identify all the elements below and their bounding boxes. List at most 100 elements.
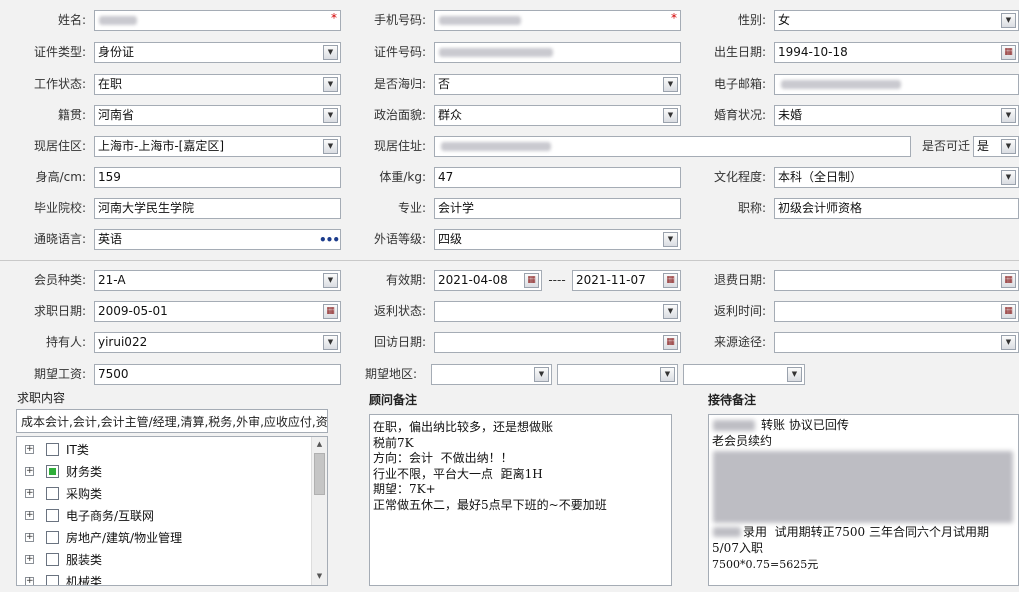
redacted-text	[713, 420, 755, 431]
job-category-tree[interactable]: + IT类 + 财务类 + 采购类 + 电子商务/互联网 + 房地产/建筑/物业…	[16, 436, 328, 586]
plus-icon[interactable]: +	[25, 445, 34, 454]
chevron-down-icon[interactable]: ▼	[323, 45, 338, 60]
id-type-select[interactable]: 身份证 ▼	[94, 42, 341, 63]
current-area-select[interactable]: 上海市-上海市-[嘉定区] ▼	[94, 136, 341, 157]
tree-item[interactable]: + 电子商务/互联网	[17, 505, 307, 527]
tree-item[interactable]: + IT类	[17, 439, 307, 461]
calendar-icon[interactable]: ▦	[1001, 45, 1016, 60]
language-input[interactable]: 英语 •••	[94, 229, 341, 250]
expected-salary-input[interactable]: 7500	[94, 364, 341, 385]
chevron-down-icon[interactable]: ▼	[663, 304, 678, 319]
marital-select[interactable]: 未婚 ▼	[774, 105, 1019, 126]
job-content-summary[interactable]: 成本会计,会计,会计主管/经理,清算,税务,外审,应收应付,资	[16, 409, 328, 433]
checkbox[interactable]	[46, 465, 59, 478]
relocate-select[interactable]: 是 ▼	[973, 136, 1019, 157]
source-select[interactable]: ▼	[774, 332, 1019, 353]
reception-note-textarea[interactable]: 转账 协议已回传 老会员续约 录用 试用期转正7500 三年合同六个月试用期 5…	[708, 414, 1019, 586]
calendar-icon[interactable]: ▦	[663, 335, 678, 350]
birth-date-input[interactable]: 1994-10-18 ▦	[774, 42, 1019, 63]
mobile-label: 手机号码:	[373, 13, 426, 27]
advisor-note-line: 税前7K	[373, 435, 414, 450]
member-type-select[interactable]: 21-A ▼	[94, 270, 341, 291]
checkbox[interactable]	[46, 443, 59, 456]
education-select[interactable]: 本科（全日制） ▼	[774, 167, 1019, 188]
foreign-level-select[interactable]: 四级 ▼	[434, 229, 681, 250]
chevron-down-icon[interactable]: ▼	[323, 273, 338, 288]
checkbox[interactable]	[46, 575, 59, 585]
plus-icon[interactable]: +	[25, 511, 34, 520]
gender-select[interactable]: 女 ▼	[774, 10, 1019, 31]
native-place-select[interactable]: 河南省 ▼	[94, 105, 341, 126]
tree-item[interactable]: + 房地产/建筑/物业管理	[17, 527, 307, 549]
education-label: 文化程度:	[713, 170, 766, 184]
name-input[interactable]: *	[94, 10, 341, 31]
scroll-up-icon[interactable]: ▲	[312, 437, 327, 451]
chevron-down-icon[interactable]: ▼	[323, 108, 338, 123]
chevron-down-icon[interactable]: ▼	[1001, 139, 1016, 154]
chevron-down-icon[interactable]: ▼	[1001, 108, 1016, 123]
work-status-select[interactable]: 在职 ▼	[94, 74, 341, 95]
mobile-input[interactable]: *	[434, 10, 681, 31]
major-input[interactable]: 会计学	[434, 198, 681, 219]
valid-to-input[interactable]: 2021-11-07 ▦	[572, 270, 681, 291]
chevron-down-icon[interactable]: ▼	[1001, 335, 1016, 350]
tree-scrollbar[interactable]: ▲ ▼	[311, 437, 327, 585]
checkbox[interactable]	[46, 531, 59, 544]
checkbox[interactable]	[46, 553, 59, 566]
valid-from-input[interactable]: 2021-04-08 ▦	[434, 270, 542, 291]
political-select[interactable]: 群众 ▼	[434, 105, 681, 126]
refund-date-input[interactable]: ▦	[774, 270, 1019, 291]
chevron-down-icon[interactable]: ▼	[660, 367, 675, 382]
job-seek-date-input[interactable]: 2009-05-01 ▦	[94, 301, 341, 322]
checkbox[interactable]	[46, 509, 59, 522]
chevron-down-icon[interactable]: ▼	[534, 367, 549, 382]
calendar-icon[interactable]: ▦	[663, 273, 678, 288]
chevron-down-icon[interactable]: ▼	[663, 232, 678, 247]
chevron-down-icon[interactable]: ▼	[1001, 13, 1016, 28]
rebate-status-select[interactable]: ▼	[434, 301, 681, 322]
height-input[interactable]: 159	[94, 167, 341, 188]
expected-area-city-select[interactable]: ▼	[557, 364, 678, 385]
current-address-input[interactable]	[434, 136, 911, 157]
plus-icon[interactable]: +	[25, 489, 34, 498]
job-content-summary-text: 成本会计,会计,会计主管/经理,清算,税务,外审,应收应付,资	[21, 415, 328, 429]
revisit-date-input[interactable]: ▦	[434, 332, 681, 353]
scroll-down-icon[interactable]: ▼	[312, 569, 327, 583]
advisor-note-textarea[interactable]: 在职，偏出纳比较多，还是想做账 税前7K 方向：会计 不做出纳！！ 行业不限，平…	[369, 414, 672, 586]
school-input[interactable]: 河南大学民生学院	[94, 198, 341, 219]
tree-item[interactable]: + 财务类	[17, 461, 307, 483]
chevron-down-icon[interactable]: ▼	[663, 108, 678, 123]
title-input[interactable]: 初级会计师资格	[774, 198, 1019, 219]
plus-icon[interactable]: +	[25, 467, 34, 476]
rebate-time-input[interactable]: ▦	[774, 301, 1019, 322]
relocate-label: 是否可迁	[921, 139, 970, 153]
id-number-input[interactable]	[434, 42, 681, 63]
expected-area-district-select[interactable]: ▼	[683, 364, 805, 385]
plus-icon[interactable]: +	[25, 555, 34, 564]
chevron-down-icon[interactable]: ▼	[323, 77, 338, 92]
plus-icon[interactable]: +	[25, 577, 34, 585]
email-input[interactable]	[774, 74, 1019, 95]
chevron-down-icon[interactable]: ▼	[323, 335, 338, 350]
checkbox[interactable]	[46, 487, 59, 500]
scrollbar-thumb[interactable]	[314, 453, 325, 495]
expected-area-province-select[interactable]: ▼	[431, 364, 552, 385]
calendar-icon[interactable]: ▦	[524, 273, 539, 288]
weight-input[interactable]: 47	[434, 167, 681, 188]
tree-item[interactable]: + 采购类	[17, 483, 307, 505]
returnee-select[interactable]: 否 ▼	[434, 74, 681, 95]
tree-item[interactable]: + 服装类	[17, 549, 307, 571]
calendar-icon[interactable]: ▦	[1001, 304, 1016, 319]
chevron-down-icon[interactable]: ▼	[663, 77, 678, 92]
more-icon[interactable]: •••	[319, 232, 340, 247]
required-mark: *	[671, 11, 677, 25]
calendar-icon[interactable]: ▦	[1001, 273, 1016, 288]
chevron-down-icon[interactable]: ▼	[1001, 170, 1016, 185]
holder-select[interactable]: yirui022 ▼	[94, 332, 341, 353]
plus-icon[interactable]: +	[25, 533, 34, 542]
chevron-down-icon[interactable]: ▼	[323, 139, 338, 154]
chevron-down-icon[interactable]: ▼	[787, 367, 802, 382]
calendar-icon[interactable]: ▦	[323, 304, 338, 319]
foreign-level-label: 外语等级:	[373, 232, 426, 246]
tree-item[interactable]: + 机械类	[17, 571, 307, 585]
